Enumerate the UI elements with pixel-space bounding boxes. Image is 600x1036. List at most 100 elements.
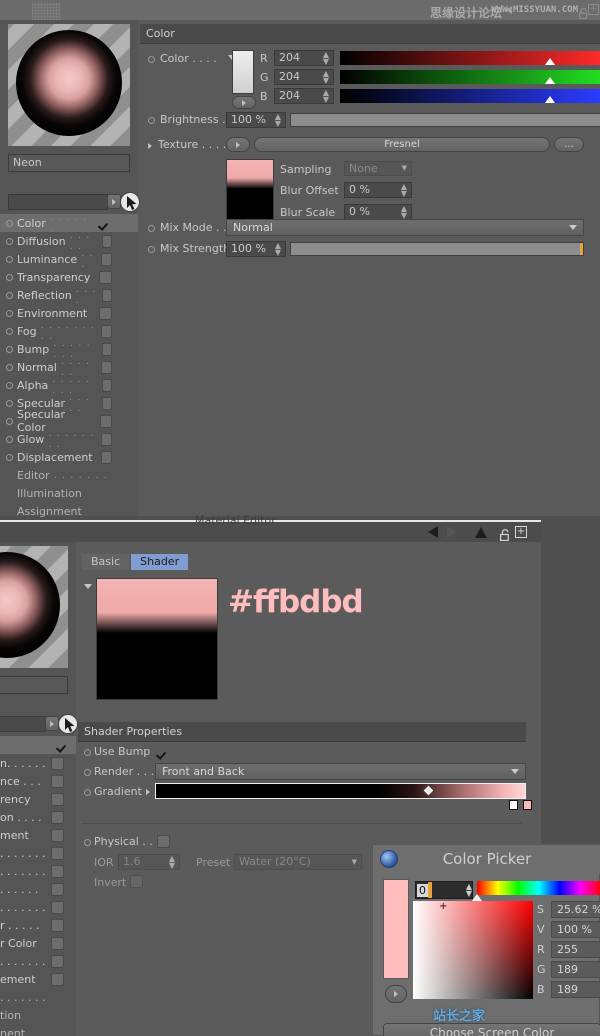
mix-strength-input[interactable]: 100 % ▲ ▼ [226,241,286,257]
use-bump-checkbox[interactable] [156,745,170,759]
gradient-knot-diamond[interactable] [422,784,435,797]
channel-checkbox[interactable] [51,972,64,986]
cp-field-input-b[interactable]: 189 [551,981,600,998]
gradient-stop-left[interactable] [509,800,518,810]
channel-radio[interactable] [6,237,13,245]
material-name-field-2[interactable] [0,676,68,694]
stepper-icon[interactable]: ▲ ▼ [401,183,407,198]
current-color-strip[interactable] [383,879,409,979]
gradient-radio[interactable] [84,789,91,796]
blur-offset-input[interactable]: 0 % ▲ ▼ [344,182,412,198]
stepper-icon[interactable]: ▲ ▼ [275,242,281,257]
channel-checkbox[interactable] [101,234,112,248]
physical-checkbox[interactable] [157,835,170,848]
slider-thumb[interactable] [545,58,555,65]
pick-cursor-icon[interactable] [120,192,140,212]
channel-checkbox[interactable] [101,396,112,410]
channel-check-icon[interactable] [56,738,70,752]
channel-checkbox[interactable] [51,756,64,770]
unlock-icon[interactable] [578,4,588,20]
channel-checkbox[interactable] [51,792,64,806]
shader-gradient-preview[interactable] [96,578,218,700]
color-strip-expand-button[interactable] [385,985,407,1003]
channel-checkbox[interactable] [101,252,112,266]
render-radio[interactable] [84,769,91,776]
material-preview[interactable] [8,24,130,146]
stepper-icon[interactable]: ▲ ▼ [323,70,329,85]
search-expand-button[interactable] [107,194,121,209]
color-swatch[interactable] [232,50,254,94]
gradient-stop-right[interactable] [523,800,532,810]
use-bump-radio[interactable] [84,749,91,756]
channel-row-diffusion[interactable]: Diffusion. . . . . [0,230,138,252]
channel-row-luminance[interactable]: Luminance. . . [0,248,138,270]
sampling-select[interactable]: None ▼ [344,161,412,176]
rgb-input-b[interactable]: 204 ▲ ▼ [274,88,334,104]
material-preview-2[interactable] [0,546,68,668]
color-picker-titlebar[interactable]: Color Picker [373,845,600,873]
channel-checkbox[interactable] [99,414,112,428]
channel-checkbox[interactable] [51,900,64,914]
channel-radio[interactable] [6,381,13,389]
clipped-channel-row[interactable]: . . . . . . . [0,844,76,862]
color-expand-button[interactable] [232,96,256,109]
choose-screen-color-button[interactable]: Choose Screen Color [383,1023,600,1036]
channel-row-editor[interactable]: Editor. . . . . . . [0,466,138,484]
hue-ramp[interactable] [477,881,600,895]
nav-back-icon[interactable] [428,526,438,538]
mix-strength-radio[interactable] [148,246,155,253]
channel-checkbox[interactable] [51,864,64,878]
channel-radio[interactable] [6,255,13,263]
channel-checkbox[interactable] [101,360,112,374]
gradient-expand-icon[interactable] [146,789,150,795]
clipped-channel-row[interactable]: on . . . . [0,808,76,826]
channel-row-color-2[interactable] [0,736,76,754]
texture-more-button[interactable]: ... [554,137,584,152]
channel-radio[interactable] [6,363,13,371]
channel-checkbox[interactable] [101,324,112,338]
search-expand-button-2[interactable] [45,716,59,731]
stepper-icon[interactable]: ▲ ▼ [401,205,407,220]
channel-radio[interactable] [6,273,13,281]
saturation-value-field[interactable] [413,901,533,999]
clipped-channel-row[interactable]: . . . . . . . [0,898,76,916]
hue-input[interactable]: 0 ▲ ▼ [415,881,473,899]
rgb-input-r[interactable]: 204 ▲ ▼ [274,50,334,66]
invert-checkbox[interactable] [130,875,143,888]
blur-scale-input[interactable]: 0 % ▲ ▼ [344,204,412,220]
rgb-input-g[interactable]: 204 ▲ ▼ [274,69,334,85]
brightness-slider[interactable] [290,113,600,127]
cp-field-input-g[interactable]: 189 [551,961,600,978]
nav-up-icon[interactable] [475,527,487,538]
tab-shader[interactable]: Shader [131,554,189,570]
clipped-channel-row[interactable]: ement [0,970,76,988]
clipped-channel-row[interactable]: nce . . . [0,772,76,790]
channel-row-assignment[interactable]: Assignment [0,502,138,520]
texture-shader-field[interactable]: Fresnel [254,137,550,152]
channel-row-glow[interactable]: Glow. . . . . . . . [0,428,138,450]
material-search-input[interactable] [8,194,108,210]
clipped-sub-row[interactable]: . . . . . . . [0,988,76,1006]
clipped-sub-row[interactable]: tion [0,1006,76,1024]
channel-radio[interactable] [6,453,13,461]
cp-field-input-r[interactable]: 255 [551,941,600,958]
texture-thumbnail[interactable] [226,159,274,225]
clipped-channel-row[interactable]: . . . . . . . [0,862,76,880]
channel-checkbox[interactable] [51,846,64,860]
unlock-icon[interactable] [500,526,510,542]
physical-radio[interactable] [84,839,91,846]
channel-radio[interactable] [6,435,13,443]
shader-collapse-icon[interactable] [84,584,92,589]
clipped-channel-row[interactable]: r Color [0,934,76,952]
rgb-slider-g[interactable] [340,70,600,84]
channel-row-displacement[interactable]: Displacement [0,448,138,466]
channel-checkbox[interactable] [51,918,64,932]
mix-strength-slider[interactable] [290,242,584,256]
clipped-channel-row[interactable]: r . . . . . [0,916,76,934]
slider-thumb[interactable] [545,77,555,84]
clipped-sub-row[interactable]: nent [0,1024,76,1036]
cp-field-input-v[interactable]: 100 % [551,921,600,938]
brightness-input[interactable]: 100 % ▲ ▼ [226,112,286,128]
channel-row-transparency[interactable]: Transparency [0,268,138,286]
channel-checkbox[interactable] [51,828,64,842]
